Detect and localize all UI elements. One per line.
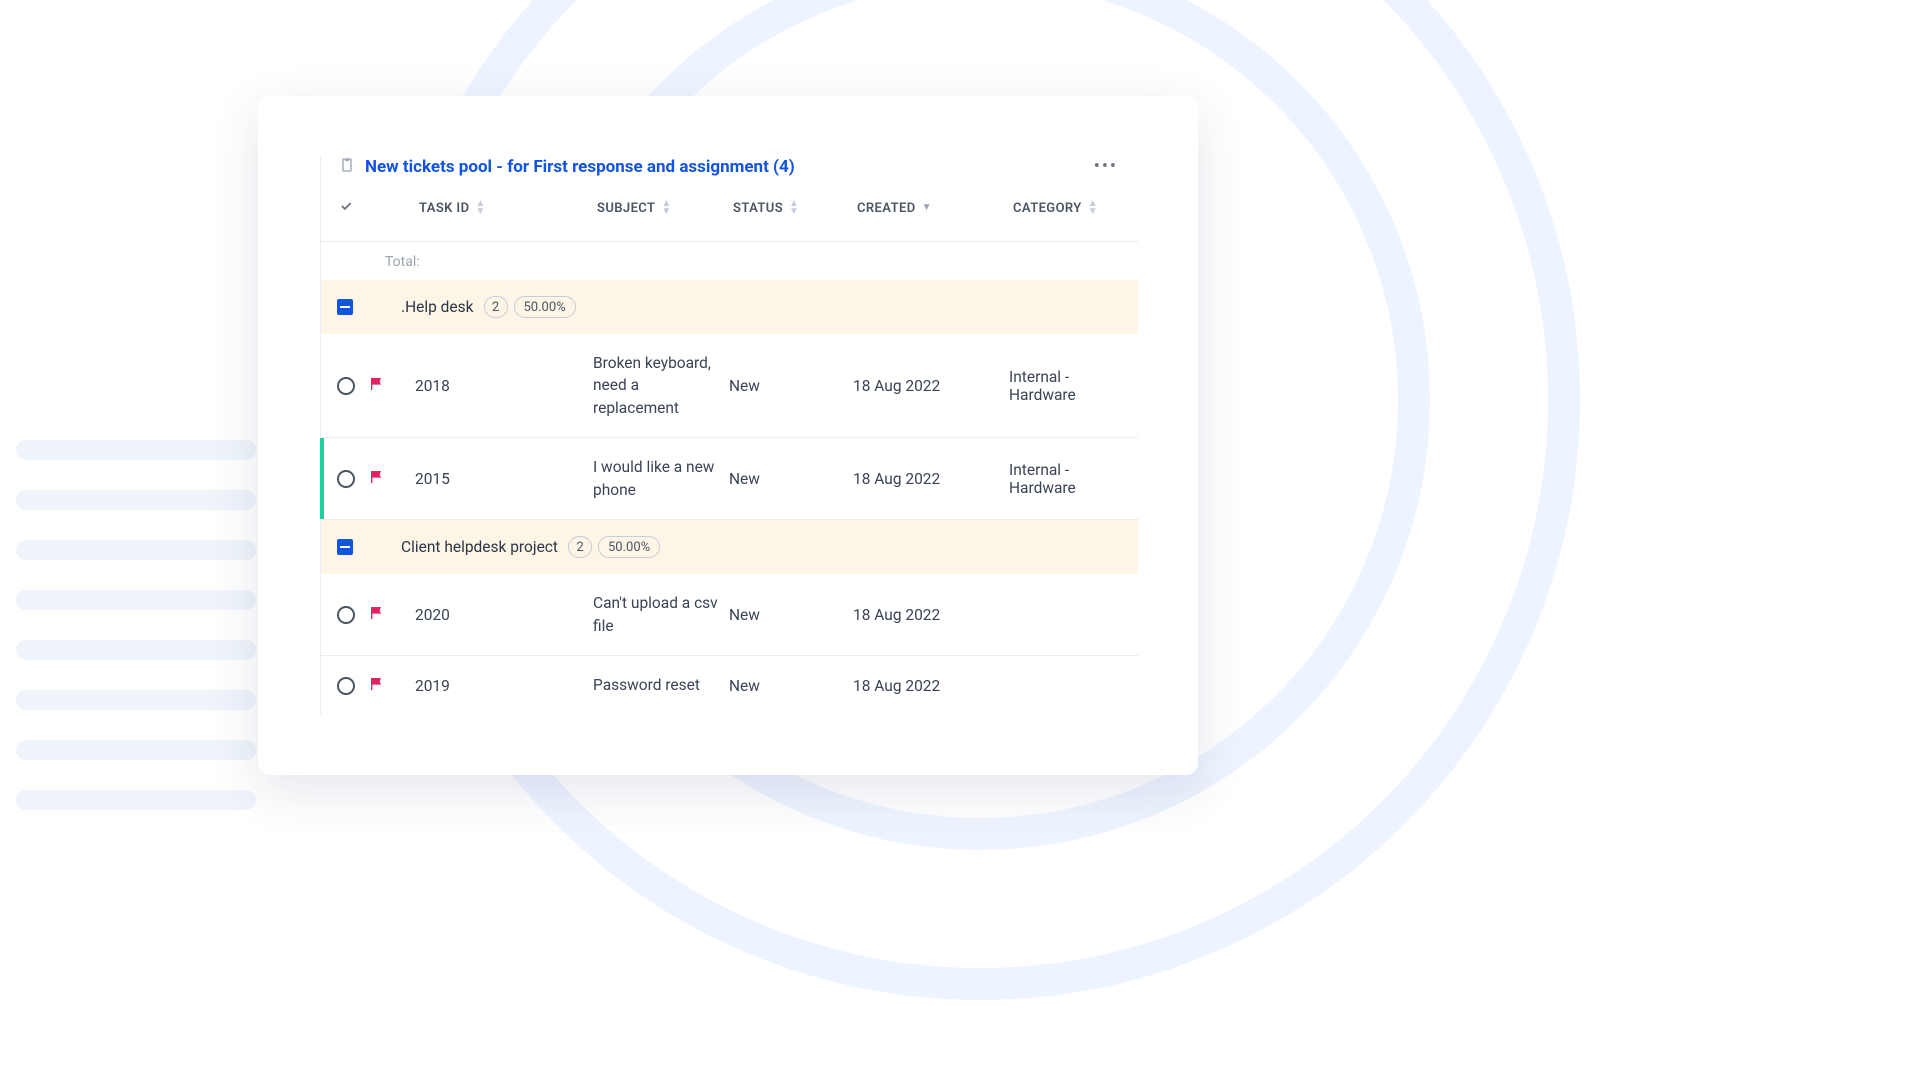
row-accent-bar xyxy=(320,438,324,519)
table-row: 2018 Broken keyboard, need a replacement… xyxy=(321,334,1138,438)
group-percent-badge: 50.00% xyxy=(514,296,576,318)
cell-category: Internal - Hardware xyxy=(1009,368,1138,404)
total-label: Total: xyxy=(385,254,420,270)
row-checkbox[interactable] xyxy=(337,470,355,488)
collapse-toggle-icon[interactable] xyxy=(337,299,353,315)
group-row: .Help desk 2 50.00% xyxy=(321,280,1138,334)
cell-subject[interactable]: Broken keyboard, need a replacement xyxy=(593,352,729,419)
cell-created: 18 Aug 2022 xyxy=(853,677,1009,695)
cell-status: New xyxy=(729,606,853,624)
sort-icon: ▲▼ xyxy=(1088,200,1098,216)
table-row: 2019 Password reset New 18 Aug 2022 xyxy=(321,656,1138,714)
row-checkbox[interactable] xyxy=(337,606,355,624)
sort-icon: ▲▼ xyxy=(789,200,799,216)
cell-taskid[interactable]: 2015 xyxy=(415,470,593,488)
column-label: CREATED xyxy=(857,201,916,216)
group-count-badge: 2 xyxy=(568,536,592,558)
group-name: .Help desk xyxy=(401,298,474,316)
column-label: SUBJECT xyxy=(597,201,655,216)
cell-category: Internal - Hardware xyxy=(1009,461,1138,497)
column-headers: TASK ID ▲▼ SUBJECT ▲▼ STATUS ▲▼ CREATED … xyxy=(321,199,1138,241)
collapse-toggle-icon[interactable] xyxy=(337,539,353,555)
table-row: 2015 I would like a new phone New 18 Aug… xyxy=(321,438,1138,520)
cell-created: 18 Aug 2022 xyxy=(853,606,1009,624)
column-label: TASK ID xyxy=(419,201,469,216)
select-all-check-icon[interactable] xyxy=(339,199,353,217)
total-row: Total: xyxy=(321,241,1138,280)
cell-taskid[interactable]: 2020 xyxy=(415,606,593,624)
flag-icon[interactable] xyxy=(369,676,385,696)
cell-status: New xyxy=(729,470,853,488)
sort-icon: ▼ xyxy=(922,204,932,212)
table-row: 2020 Can't upload a csv file New 18 Aug … xyxy=(321,574,1138,656)
group-count-badge: 2 xyxy=(484,296,508,318)
card-title[interactable]: New tickets pool - for First response an… xyxy=(365,157,1094,177)
tickets-card: New tickets pool - for First response an… xyxy=(258,96,1198,775)
group-name: Client helpdesk project xyxy=(401,538,558,556)
cell-status: New xyxy=(729,377,853,395)
decorative-bars xyxy=(16,440,256,840)
flag-icon[interactable] xyxy=(369,469,385,489)
more-menu-icon[interactable]: ••• xyxy=(1094,156,1118,177)
cell-subject[interactable]: Can't upload a csv file xyxy=(593,592,729,637)
column-header-status[interactable]: STATUS ▲▼ xyxy=(733,200,857,216)
row-checkbox[interactable] xyxy=(337,377,355,395)
card-header: New tickets pool - for First response an… xyxy=(321,156,1138,199)
flag-icon[interactable] xyxy=(369,376,385,396)
column-header-category[interactable]: CATEGORY ▲▼ xyxy=(1013,200,1138,216)
row-checkbox[interactable] xyxy=(337,677,355,695)
sort-icon: ▲▼ xyxy=(475,200,485,216)
column-header-taskid[interactable]: TASK ID ▲▼ xyxy=(419,200,597,216)
column-header-created[interactable]: CREATED ▼ xyxy=(857,201,1013,216)
cell-subject[interactable]: I would like a new phone xyxy=(593,456,729,501)
clipboard-icon xyxy=(339,157,355,177)
column-label: CATEGORY xyxy=(1013,201,1082,216)
cell-status: New xyxy=(729,677,853,695)
group-row: Client helpdesk project 2 50.00% xyxy=(321,520,1138,574)
cell-taskid[interactable]: 2018 xyxy=(415,377,593,395)
sort-icon: ▲▼ xyxy=(661,200,671,216)
cell-created: 18 Aug 2022 xyxy=(853,377,1009,395)
cell-subject[interactable]: Password reset xyxy=(593,674,729,696)
flag-icon[interactable] xyxy=(369,605,385,625)
column-label: STATUS xyxy=(733,201,783,216)
cell-created: 18 Aug 2022 xyxy=(853,470,1009,488)
cell-taskid[interactable]: 2019 xyxy=(415,677,593,695)
column-header-subject[interactable]: SUBJECT ▲▼ xyxy=(597,200,733,216)
group-percent-badge: 50.00% xyxy=(598,536,660,558)
